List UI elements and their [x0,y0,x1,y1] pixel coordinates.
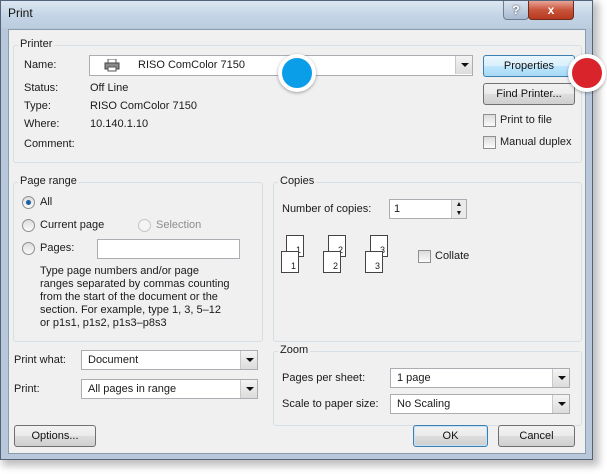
comment-label: Comment: [24,138,75,150]
copies-group: Copies Number of copies: 1 ▲ ▼ 1 1 2 2 3 … [273,175,582,342]
copies-input[interactable]: 1 ▲ ▼ [389,199,467,219]
selection-radio[interactable] [138,219,151,232]
printer-name-value: RISO ComColor 7150 [138,59,245,71]
print-what-label: Print what: [14,354,66,366]
page-range-group: Page range All Current page Selection Pa… [13,175,263,342]
red-marker [568,54,606,92]
ok-button[interactable]: OK [413,425,488,447]
pages-label: Pages: [40,242,75,254]
manual-duplex-label: Manual duplex [500,136,572,148]
print-what-select[interactable]: Document [81,350,258,370]
dialog-client: Printer Name: RISO ComColor 7150 Status:… [8,29,586,454]
print-to-file-label: Print to file [500,114,552,126]
help-line-5: or p1s1, p1s2, p1s3–p8s3 [40,317,167,329]
help-line-4: section. For example, type 1, 3, 5–12 [40,304,221,316]
copies-stepper[interactable]: ▲ ▼ [451,200,466,218]
copies-value: 1 [394,203,401,215]
chevron-down-icon[interactable] [240,351,257,369]
page-icon: 2 [323,251,341,273]
status-label: Status: [24,82,59,94]
pages-input[interactable] [97,239,240,259]
status-value: Off Line [90,82,129,94]
scale-value: No Scaling [397,398,451,410]
options-button[interactable]: Options... [14,425,96,447]
chevron-down-icon[interactable] [552,395,569,413]
scale-label: Scale to paper size: [282,398,379,410]
type-value: RISO ComColor 7150 [90,100,197,112]
pages-per-sheet-value: 1 page [397,372,431,384]
properties-button[interactable]: Properties [483,55,575,77]
copies-label: Number of copies: [282,203,372,215]
name-label: Name: [24,59,57,71]
help-button[interactable]: ? [503,1,529,20]
type-label: Type: [24,100,51,112]
pages-per-sheet-select[interactable]: 1 page [390,368,570,388]
printer-icon [104,58,120,72]
zoom-group-label: Zoom [278,344,311,356]
where-label: Where: [24,118,60,130]
page-icon: 3 [365,251,383,273]
print-label: Print: [14,383,40,395]
current-page-radio[interactable] [22,219,35,232]
collate-checkbox[interactable] [418,250,431,263]
copies-group-label: Copies [278,175,317,187]
all-label: All [40,196,53,208]
chevron-down-icon[interactable] [240,380,257,398]
chevron-down-icon[interactable] [455,56,472,74]
chevron-down-icon[interactable] [552,369,569,387]
cancel-button[interactable]: Cancel [498,425,575,447]
print-select[interactable]: All pages in range [81,379,258,399]
print-to-file-checkbox[interactable] [483,114,496,127]
page-icon: 1 [281,251,299,273]
help-line-3: from the start of the document or the [40,291,218,303]
scale-select[interactable]: No Scaling [390,394,570,414]
blue-marker [278,54,316,92]
help-line-1: Type page numbers and/or page [40,265,200,277]
collate-label: Collate [435,250,470,262]
print-value: All pages in range [88,383,177,395]
pages-per-sheet-label: Pages per sheet: [282,372,366,384]
manual-duplex-checkbox[interactable] [483,136,496,149]
where-value: 10.140.1.10 [90,118,149,130]
window-title: Print [8,6,33,20]
page-range-group-label: Page range [18,175,79,187]
current-page-label: Current page [40,219,105,231]
all-radio[interactable] [22,196,35,209]
printer-group-label: Printer [18,38,55,50]
find-printer-button[interactable]: Find Printer... [483,83,575,105]
zoom-group: Zoom Pages per sheet: 1 page Scale to pa… [273,344,582,426]
close-button[interactable]: x [528,1,574,20]
pages-radio[interactable] [22,242,35,255]
selection-label: Selection [156,219,202,231]
title-bar: Print ? x [1,1,592,28]
help-line-2: ranges separated by commas counting [40,278,230,290]
print-what-value: Document [88,354,139,366]
